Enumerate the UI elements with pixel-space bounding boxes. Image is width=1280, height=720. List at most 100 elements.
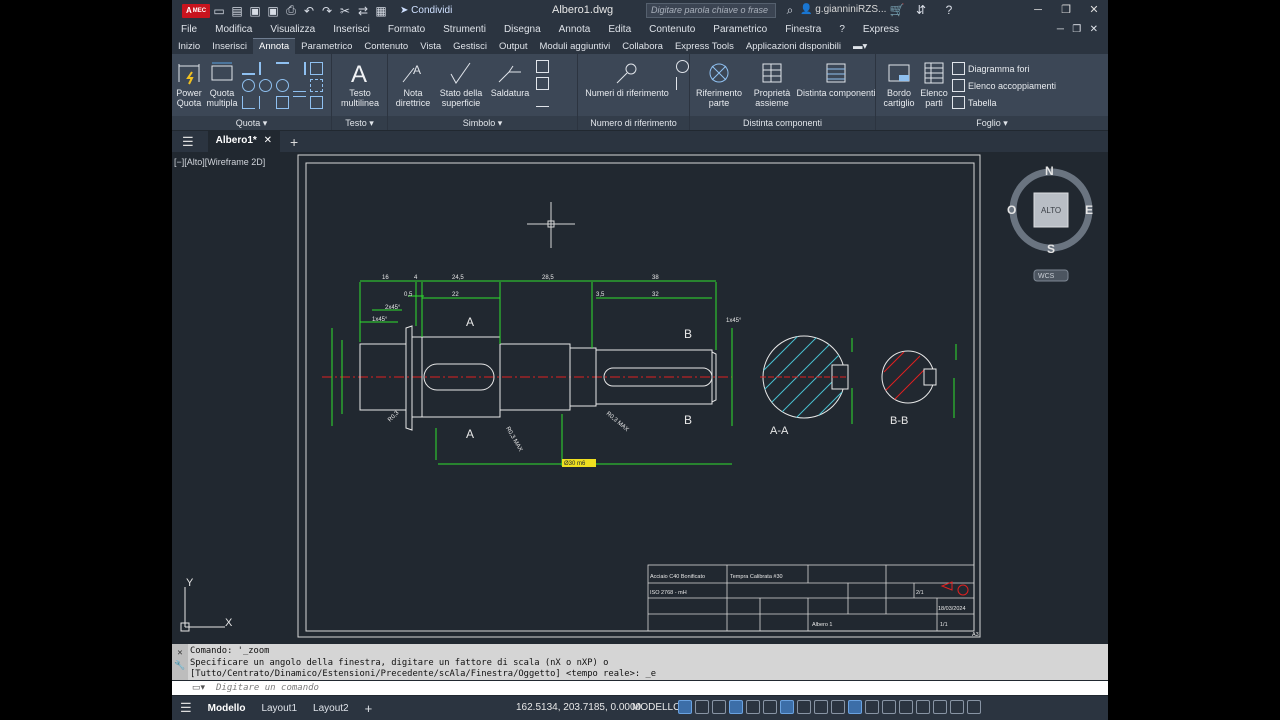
tab-express-tools[interactable]: Express Tools [669, 39, 740, 54]
add-layout-icon[interactable]: + [357, 701, 381, 716]
bordo-cartiglio-button[interactable]: Bordo cartiglio [880, 60, 918, 108]
osnap-icon[interactable] [780, 700, 794, 714]
balloon-align-icon[interactable] [676, 77, 689, 90]
tab-output[interactable]: Output [493, 39, 534, 54]
model-space-button[interactable]: MODELLO [632, 702, 681, 713]
numeri-riferimento-button[interactable]: Numeri di riferimento [582, 60, 672, 98]
tolerance-icon[interactable] [293, 96, 306, 109]
ribbon-toggle-icon[interactable]: ▬▾ [847, 39, 873, 54]
menu-strumenti[interactable]: Strumenti [434, 24, 495, 35]
diameter-dim-icon[interactable] [276, 79, 289, 92]
menu-express[interactable]: Express [854, 24, 908, 35]
lineweight-icon[interactable] [797, 700, 811, 714]
continue-dim-icon[interactable] [293, 62, 306, 75]
open-icon[interactable]: ▤ [230, 4, 244, 18]
tab-gestisci[interactable]: Gestisci [447, 39, 493, 54]
menu-finestra[interactable]: Finestra [776, 24, 830, 35]
search-icon[interactable]: ⌕ [783, 3, 797, 17]
elenco-accoppiamenti-button[interactable]: Elenco accoppiamenti [952, 79, 1056, 92]
proprieta-assieme-button[interactable]: Proprietà assieme [748, 60, 796, 108]
hardware-accel-icon[interactable] [933, 700, 947, 714]
polar-icon[interactable] [729, 700, 743, 714]
linear-dim-icon[interactable] [242, 62, 255, 75]
inspect-dim-icon[interactable] [276, 96, 289, 109]
tab-vista[interactable]: Vista [414, 39, 447, 54]
distinta-componenti-button[interactable]: Distinta componenti [796, 60, 876, 98]
radius-dim-icon[interactable] [259, 79, 272, 92]
ortho-icon[interactable] [712, 700, 726, 714]
share-button[interactable]: ➤ Condividi [400, 5, 452, 16]
coordinates-readout[interactable]: 162.5134, 203.7185, 0.0000 [516, 702, 641, 713]
new-icon[interactable]: ▭ [212, 4, 226, 18]
network-icon[interactable]: ⇵ [914, 3, 928, 17]
saveas-icon[interactable]: ▣ [266, 4, 280, 18]
balloon-add-icon[interactable] [676, 60, 689, 73]
tracking-icon[interactable] [763, 700, 777, 714]
tolerance-frame-icon[interactable] [536, 77, 549, 90]
panel-testo-title[interactable]: Testo ▾ [332, 116, 387, 130]
elenco-parti-button[interactable]: Elenco parti [918, 60, 950, 108]
tab-contenuto[interactable]: Contenuto [358, 39, 414, 54]
menu-inserisci[interactable]: Inserisci [324, 24, 379, 35]
testo-multilinea-button[interactable]: A Testo multilinea [336, 60, 384, 108]
layout-menu-icon[interactable]: ☰ [172, 700, 200, 716]
center-mark-icon[interactable] [310, 96, 323, 109]
datum-icon[interactable] [536, 60, 549, 73]
menu-visualizza[interactable]: Visualizza [261, 24, 324, 35]
tab-applicazioni[interactable]: Applicazioni disponibili [740, 39, 847, 54]
file-tab-albero1[interactable]: Albero1* ✕ [207, 131, 280, 152]
tab-layout1[interactable]: Layout1 [253, 703, 305, 714]
ordinate-dim-icon[interactable] [310, 62, 323, 75]
menu-window-controls[interactable]: ─ ❐ ✕ [1047, 24, 1108, 35]
command-input[interactable]: Digitare un comando [172, 681, 1108, 695]
panel-foglio-title[interactable]: Foglio ▾ [876, 116, 1108, 130]
trim-icon[interactable]: ✂ [338, 4, 352, 18]
saldatura-button[interactable]: Saldatura [488, 60, 532, 98]
jog-dim-icon[interactable] [293, 79, 306, 92]
snap-icon[interactable] [695, 700, 709, 714]
close-cmd-icon[interactable]: ✕ [177, 648, 182, 658]
app-logo[interactable]: A MEC [182, 3, 210, 18]
stato-superficie-button[interactable]: Stato della superficie [436, 60, 486, 108]
transparency-icon[interactable] [814, 700, 828, 714]
menu-disegna[interactable]: Disegna [495, 24, 550, 35]
angular-dim-icon[interactable] [242, 96, 255, 109]
save-icon[interactable]: ▣ [248, 4, 262, 18]
aligned-dim-icon[interactable] [259, 62, 272, 75]
menu-file[interactable]: File [172, 24, 206, 35]
restore-icon[interactable]: ❐ [1052, 0, 1080, 21]
baseline-dim-icon[interactable] [276, 62, 289, 75]
undo-icon[interactable]: ↶ [302, 4, 316, 18]
panel-simbolo-title[interactable]: Simbolo ▾ [388, 116, 577, 130]
new-tab-icon[interactable]: + [290, 134, 298, 150]
menu-formato[interactable]: Formato [379, 24, 434, 35]
tab-modello[interactable]: Modello [200, 703, 254, 714]
minimize-icon[interactable]: ─ [1024, 0, 1052, 21]
selection-cycling-icon[interactable] [831, 700, 845, 714]
menu-modifica[interactable]: Modifica [206, 24, 261, 35]
match-icon[interactable]: ⇄ [356, 4, 370, 18]
tabella-button[interactable]: Tabella [952, 96, 997, 109]
space-dim-icon[interactable] [310, 79, 323, 92]
search-input[interactable]: Digitare parola chiave o frase [646, 3, 776, 18]
command-prompt-icon[interactable]: ▭▾ [192, 682, 205, 693]
menu-parametrico[interactable]: Parametrico [704, 24, 776, 35]
power-quota-button[interactable]: Power Quota [174, 60, 204, 108]
clean-screen-icon[interactable] [950, 700, 964, 714]
menu-contenuto[interactable]: Contenuto [640, 24, 704, 35]
tab-collabora[interactable]: Collabora [616, 39, 669, 54]
redo-icon[interactable]: ↷ [320, 4, 334, 18]
help-icon[interactable]: ? [942, 3, 956, 17]
tab-inizio[interactable]: Inizio [172, 39, 206, 54]
arc-dim-icon[interactable] [242, 79, 255, 92]
settings-cmd-icon[interactable]: 🔧 [174, 661, 185, 671]
grid-icon[interactable] [678, 700, 692, 714]
close-tab-icon[interactable]: ✕ [264, 135, 272, 146]
menu-edita[interactable]: Edita [599, 24, 640, 35]
nota-direttrice-button[interactable]: A Nota direttrice [394, 60, 432, 108]
customize-icon[interactable] [967, 700, 981, 714]
menu-help[interactable]: ? [830, 24, 854, 35]
plot-icon[interactable]: ▦ [374, 4, 388, 18]
isodraft-icon[interactable] [746, 700, 760, 714]
tab-annota[interactable]: Annota [253, 38, 296, 54]
